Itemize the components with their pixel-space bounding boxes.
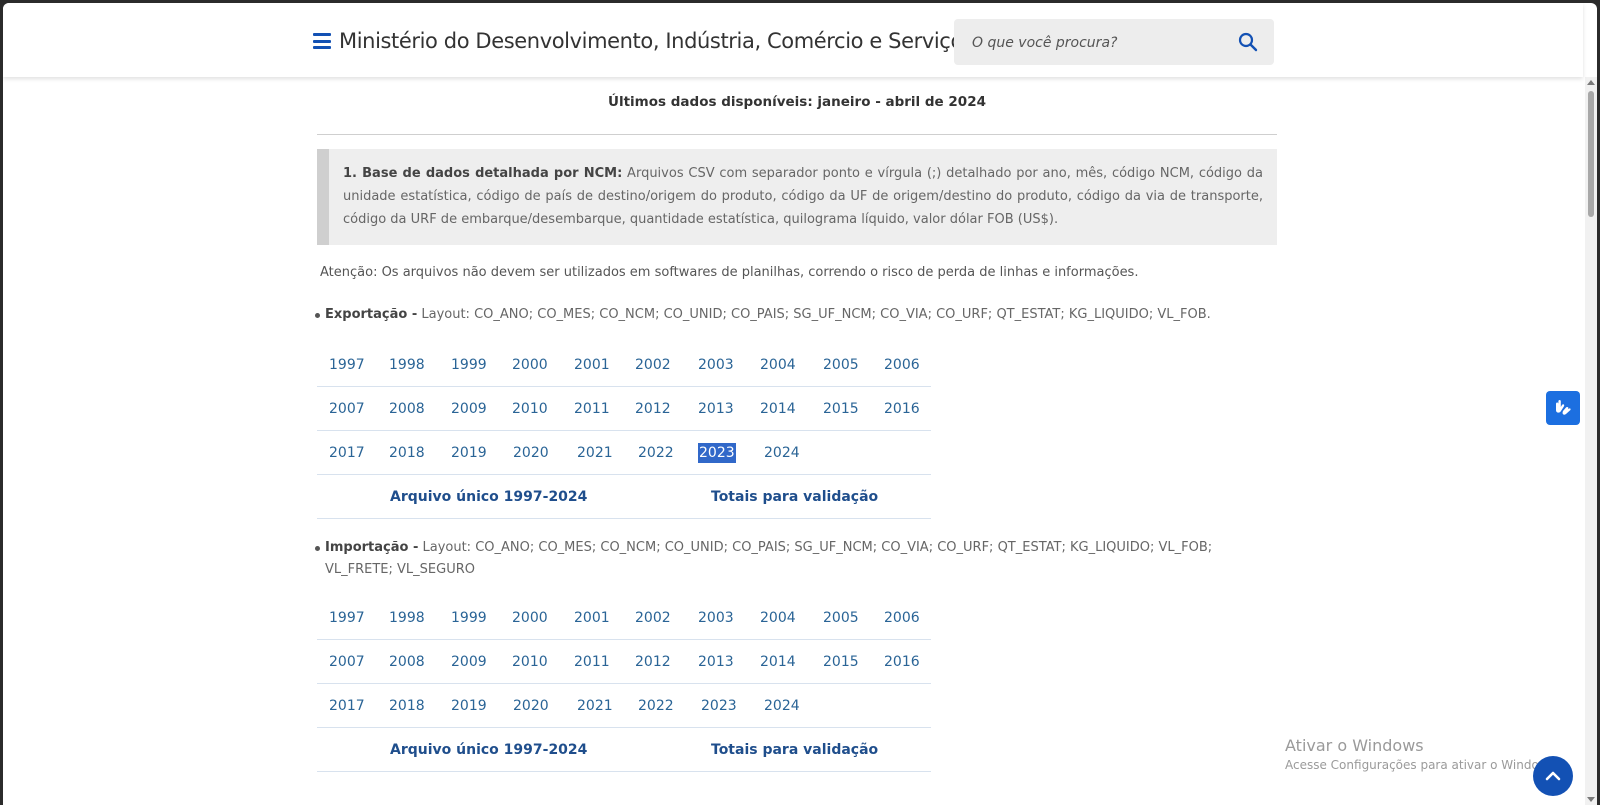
import-layout: Layout: CO_ANO; CO_MES; CO_NCM; CO_UNID;… <box>325 540 1213 577</box>
import-year-row-1: 1997 1998 1999 2000 2001 2002 2003 2004 … <box>317 596 931 640</box>
site-header: Ministério do Desenvolvimento, Indústria… <box>3 3 1583 77</box>
export-year-link[interactable]: 2016 <box>884 399 920 419</box>
export-year-link[interactable]: 2004 <box>760 355 796 375</box>
export-year-link[interactable]: 2024 <box>764 443 800 463</box>
export-year-link[interactable]: 2009 <box>451 399 487 419</box>
import-year-link[interactable]: 2011 <box>574 652 610 672</box>
import-year-row-2: 2007 2008 2009 2010 2011 2012 2013 2014 … <box>317 640 931 684</box>
export-year-row-1: 1997 1998 1999 2000 2001 2002 2003 2004 … <box>317 343 931 387</box>
import-year-link[interactable]: 2012 <box>635 652 671 672</box>
import-year-link[interactable]: 2010 <box>512 652 548 672</box>
menu-icon[interactable] <box>313 33 331 49</box>
import-label: Importação - <box>325 540 419 555</box>
import-year-link[interactable]: 2018 <box>389 696 425 716</box>
import-single-file-link[interactable]: Arquivo único 1997-2024 <box>390 740 587 760</box>
chevron-up-icon <box>1545 771 1561 781</box>
scrollbar-thumb[interactable] <box>1588 91 1594 217</box>
export-year-link-selected[interactable]: 2023 <box>698 443 736 463</box>
sign-language-button[interactable] <box>1546 391 1580 425</box>
import-files-row: Arquivo único 1997-2024 Totais para vali… <box>317 728 931 772</box>
export-year-link[interactable]: 2022 <box>638 443 674 463</box>
import-year-link[interactable]: 2002 <box>635 608 671 628</box>
export-year-link[interactable]: 2019 <box>451 443 487 463</box>
database-note: 1. Base de dados detalhada por NCM: Arqu… <box>317 149 1277 245</box>
export-year-link[interactable]: 2003 <box>698 355 734 375</box>
export-single-file-link[interactable]: Arquivo único 1997-2024 <box>390 487 587 507</box>
export-year-link[interactable]: 2005 <box>823 355 859 375</box>
export-year-link[interactable]: 2020 <box>513 443 549 463</box>
import-year-link[interactable]: 2013 <box>698 652 734 672</box>
scroll-up-arrow[interactable] <box>1587 80 1595 85</box>
import-year-link[interactable]: 1998 <box>389 608 425 628</box>
export-year-link[interactable]: 2012 <box>635 399 671 419</box>
export-years: 1997 1998 1999 2000 2001 2002 2003 2004 … <box>317 343 931 519</box>
watermark-title: Ativar o Windows <box>1285 736 1424 755</box>
import-year-link[interactable]: 2020 <box>513 696 549 716</box>
watermark-subtitle: Acesse Configurações para ativar o Windo… <box>1285 758 1559 772</box>
attention-text: Atenção: Os arquivos não devem ser utili… <box>320 265 1139 280</box>
import-year-link[interactable]: 2000 <box>512 608 548 628</box>
import-year-link[interactable]: 2005 <box>823 608 859 628</box>
import-year-link[interactable]: 2024 <box>764 696 800 716</box>
import-years: 1997 1998 1999 2000 2001 2002 2003 2004 … <box>317 596 931 772</box>
import-year-link[interactable]: 2004 <box>760 608 796 628</box>
search-icon[interactable] <box>1238 32 1258 52</box>
export-year-link[interactable]: 2010 <box>512 399 548 419</box>
export-year-link[interactable]: 2015 <box>823 399 859 419</box>
import-year-link[interactable]: 2016 <box>884 652 920 672</box>
export-year-link[interactable]: 1997 <box>329 355 365 375</box>
back-to-top-button[interactable] <box>1533 756 1573 796</box>
export-year-link[interactable]: 2000 <box>512 355 548 375</box>
import-totals-link[interactable]: Totais para validação <box>711 740 878 760</box>
import-year-link[interactable]: 2023 <box>701 696 737 716</box>
export-year-row-2: 2007 2008 2009 2010 2011 2012 2013 2014 … <box>317 387 931 431</box>
search-box <box>954 19 1274 67</box>
import-year-link[interactable]: 2019 <box>451 696 487 716</box>
import-year-link[interactable]: 2022 <box>638 696 674 716</box>
export-files-row: Arquivo único 1997-2024 Totais para vali… <box>317 475 931 519</box>
export-year-row-3: 2017 2018 2019 2020 2021 2022 2023 2024 <box>317 431 931 475</box>
note-heading: 1. Base de dados detalhada por NCM: <box>343 166 623 181</box>
page-scrollbar[interactable] <box>1585 77 1597 805</box>
import-year-row-3: 2017 2018 2019 2020 2021 2022 2023 2024 <box>317 684 931 728</box>
export-year-link[interactable]: 2018 <box>389 443 425 463</box>
export-year-link[interactable]: 1998 <box>389 355 425 375</box>
divider <box>317 134 1277 135</box>
import-year-link[interactable]: 2017 <box>329 696 365 716</box>
site-title[interactable]: Ministério do Desenvolvimento, Indústria… <box>339 29 974 53</box>
export-year-link[interactable]: 2011 <box>574 399 610 419</box>
export-bullet: Exportação - Layout: CO_ANO; CO_MES; CO_… <box>315 304 1280 326</box>
import-year-link[interactable]: 2014 <box>760 652 796 672</box>
browser-window: Ministério do Desenvolvimento, Indústria… <box>3 3 1597 805</box>
import-year-link[interactable]: 2006 <box>884 608 920 628</box>
import-year-link[interactable]: 1999 <box>451 608 487 628</box>
import-bullet: Importação - Layout: CO_ANO; CO_MES; CO_… <box>315 537 1280 581</box>
export-year-link[interactable]: 2008 <box>389 399 425 419</box>
export-year-link[interactable]: 2002 <box>635 355 671 375</box>
sign-language-hands-icon <box>1556 400 1571 415</box>
export-year-link[interactable]: 2006 <box>884 355 920 375</box>
import-year-link[interactable]: 2007 <box>329 652 365 672</box>
export-year-link[interactable]: 2014 <box>760 399 796 419</box>
export-year-link[interactable]: 2021 <box>577 443 613 463</box>
export-totals-link[interactable]: Totais para validação <box>711 487 878 507</box>
import-year-link[interactable]: 1997 <box>329 608 365 628</box>
export-year-link[interactable]: 1999 <box>451 355 487 375</box>
export-year-link[interactable]: 2007 <box>329 399 365 419</box>
latest-data-text: Últimos dados disponíveis: janeiro - abr… <box>608 94 986 110</box>
export-year-link[interactable]: 2013 <box>698 399 734 419</box>
import-year-link[interactable]: 2015 <box>823 652 859 672</box>
export-label: Exportação - <box>325 307 418 322</box>
import-year-link[interactable]: 2003 <box>698 608 734 628</box>
search-input[interactable] <box>970 19 1234 67</box>
export-year-link[interactable]: 2017 <box>329 443 365 463</box>
import-year-link[interactable]: 2021 <box>577 696 613 716</box>
import-year-link[interactable]: 2009 <box>451 652 487 672</box>
scroll-down-arrow[interactable] <box>1587 797 1595 802</box>
import-year-link[interactable]: 2008 <box>389 652 425 672</box>
import-year-link[interactable]: 2001 <box>574 608 610 628</box>
export-layout: Layout: CO_ANO; CO_MES; CO_NCM; CO_UNID;… <box>417 307 1211 322</box>
export-year-link[interactable]: 2001 <box>574 355 610 375</box>
windows-activation-watermark: Ativar o Windows Acesse Configurações pa… <box>1285 736 1559 772</box>
